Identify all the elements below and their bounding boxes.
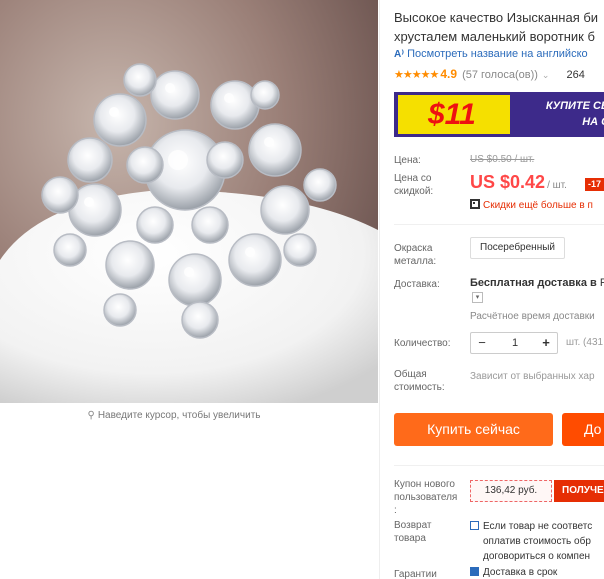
metal-color-label-line: Окраска [394,243,433,254]
rating-stars-icon: ★★★★★ [394,69,439,81]
metal-color-label: Окраска металла: [394,242,436,268]
translate-link[interactable]: A⁾ Посмотреть название на английско [394,48,588,60]
qr-code-icon [470,199,480,209]
color-option-silver[interactable]: Посеребренный [470,237,565,259]
promo-banner[interactable]: $11 КУПИТЕ СЕЙЧ НА СЛЕ [394,92,604,137]
discount-badge: -17 [585,178,604,191]
divider [394,465,604,466]
returns-label: Возврат товара [394,519,432,545]
product-image[interactable] [0,0,378,403]
chevron-down-icon[interactable]: ▾ [472,292,483,303]
rating-votes[interactable]: (57 голоса(ов)) [462,69,538,81]
shipping-method-text: Бесплатная доставка в [470,277,597,289]
product-title: Высокое качество Изысканная би хрусталем… [394,8,604,46]
coupon-label-line: пользователя [394,492,458,503]
metal-color-label-line: металла: [394,256,437,267]
add-to-cart-button[interactable]: До [562,413,604,446]
quantity-stepper[interactable]: − 1 + [470,332,558,354]
quantity-input[interactable]: 1 [493,333,537,353]
old-price: US $0.50 / шт. [470,154,535,165]
zoom-hint-text: Наведите курсор, чтобы увеличить [97,410,261,421]
total-cost-value: Зависит от выбранных хар [470,371,595,382]
discount-price-label-line: Цена со [394,173,432,184]
price-unit: / шт. [547,180,567,191]
coupon-amount: 136,42 руб. [470,480,552,502]
shipping-label: Доставка: [394,279,440,290]
total-cost-label: Общая стоимость: [394,368,445,394]
returns-label-line: Возврат [394,520,432,531]
shield-icon [470,567,479,576]
column-divider [379,0,380,579]
quantity-decrease-button[interactable]: − [471,333,493,353]
shipping-method[interactable]: Бесплатная доставка в R [470,277,604,289]
promo-text-line: НА СЛЕ [582,116,604,128]
shipping-destination: R [599,277,604,289]
product-title-line: Высокое качество Изысканная би [394,10,599,25]
translate-link-text[interactable]: Посмотреть название на английско [407,48,588,60]
guarantee-info: Доставка в срок [470,567,557,578]
guarantee-label: Гарантии [394,569,437,579]
coupon-label-line: : [394,505,397,516]
returns-policy-line: оплатив стоимость обр [483,536,591,547]
discount-price-label-line: скидкой: [394,186,434,197]
chevron-down-icon[interactable]: ⌄ [542,70,550,80]
total-cost-label-line: Общая [394,369,427,380]
get-coupon-button[interactable]: ПОЛУЧЕ [554,480,604,502]
refund-icon [470,521,479,530]
returns-label-line: товара [394,533,426,544]
quantity-increase-button[interactable]: + [535,333,557,353]
total-cost-label-line: стоимость: [394,382,445,393]
returns-policy: Если товар не соответс оплатив стоимость… [470,519,592,564]
discount-price-label: Цена со скидкой: [394,172,433,198]
coupon-label-line: Купон нового [394,479,455,490]
rating-row[interactable]: ★★★★★ 4.9 (57 голоса(ов)) ⌄ 264 [394,67,585,81]
product-info: Высокое качество Изысканная би хрусталем… [394,0,604,579]
returns-policy-line: договориться о компен [483,551,591,562]
bulk-discount-link[interactable]: Скидки ещё больше в п [470,199,593,211]
price-label: Цена: [394,155,421,166]
guarantee-text: Доставка в срок [483,567,558,578]
divider [394,224,604,225]
quantity-label: Количество: [394,338,451,349]
promo-text: КУПИТЕ СЕЙЧ НА СЛЕ [516,98,604,130]
current-price-value: US $0.42 [470,172,546,192]
current-price: US $0.42/ шт. [470,172,567,193]
magnifier-icon: ⚲ [87,410,95,421]
bulk-discount-text[interactable]: Скидки ещё больше в п [483,200,593,211]
zoom-hint: ⚲ Наведите курсор, чтобы увеличить [0,403,348,429]
buy-now-button[interactable]: Купить сейчас [394,413,553,446]
returns-policy-line: Если товар не соответс [483,521,593,532]
product-title-line: хрусталем маленький воротник б [394,29,595,44]
new-user-coupon-label: Купон нового пользователя : [394,478,457,517]
delivery-estimate: Расчётное время доставки [470,311,595,322]
translate-icon: A⁾ [394,49,405,60]
stock-available: шт. (431 [566,337,604,348]
promo-amount: $11 [398,95,510,134]
rating-score: 4.9 [440,67,457,81]
promo-text-line: КУПИТЕ СЕЙЧ [545,100,604,112]
orders-count: 264 [566,69,585,81]
